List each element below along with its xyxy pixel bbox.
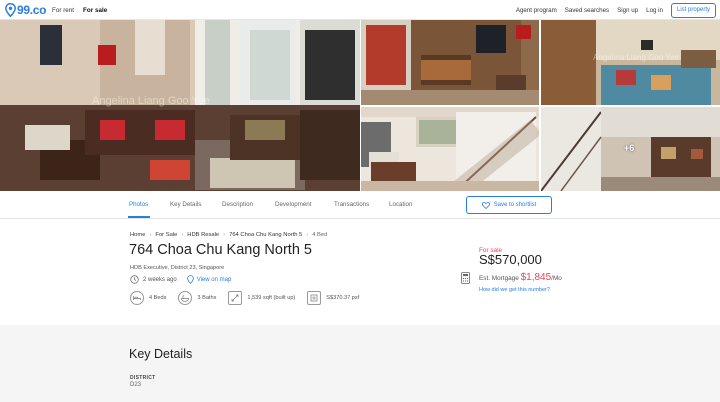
chevron-right-icon: › bbox=[223, 232, 226, 238]
key-details-heading: Key Details bbox=[129, 347, 193, 361]
breadcrumb-for-sale[interactable]: For Sale bbox=[155, 232, 177, 238]
mortgage-label: Est. Mortgage bbox=[479, 275, 519, 282]
chevron-right-icon: › bbox=[181, 232, 184, 238]
listing-features: 4 Beds 3 Baths 1,539 sqft (built up) S$3… bbox=[130, 291, 371, 305]
cabinet-photo bbox=[361, 20, 539, 105]
tab-photos[interactable]: Photos bbox=[129, 201, 148, 208]
bedroom-photo bbox=[541, 20, 720, 105]
bed-icon bbox=[130, 291, 144, 305]
breadcrumb-home[interactable]: Home bbox=[130, 232, 145, 238]
map-pin-icon bbox=[186, 275, 194, 284]
dining-room-photo bbox=[361, 107, 539, 191]
nav-saved-searches[interactable]: Saved searches bbox=[565, 7, 609, 14]
feature-baths-label: 3 Baths bbox=[197, 295, 217, 301]
breadcrumb-hdb-resale[interactable]: HDB Resale bbox=[187, 232, 219, 238]
bath-icon bbox=[178, 291, 193, 305]
gallery-thumbnail-4[interactable]: +6 bbox=[541, 107, 720, 191]
nav-for-sale[interactable]: For sale bbox=[83, 7, 107, 14]
district-label: DISTRICT bbox=[130, 375, 156, 381]
save-to-shortlist-button[interactable]: Save to shortlist bbox=[466, 196, 552, 214]
heart-icon bbox=[481, 201, 490, 209]
tab-development[interactable]: Development bbox=[275, 201, 311, 208]
feature-psf: S$370.37 psf bbox=[307, 291, 359, 305]
feature-area-label: 1,539 sqft (built up) bbox=[247, 295, 296, 301]
listing-title: 764 Choa Chu Kang North 5 bbox=[129, 242, 312, 258]
logo[interactable]: 99.co bbox=[5, 2, 46, 18]
nav-agent-program[interactable]: Agent program bbox=[516, 7, 557, 14]
main-photo[interactable]: Angelina Liang Goo Yee bbox=[0, 20, 360, 191]
gallery-thumbnail-2[interactable]: Angelina Liang Goo Yee bbox=[541, 20, 720, 105]
listing-price: S$570,000 bbox=[479, 252, 542, 267]
mortgage-explanation-link[interactable]: How did we get this number? bbox=[479, 287, 550, 293]
chevron-right-icon: › bbox=[306, 232, 309, 238]
district-value: D23 bbox=[130, 382, 142, 388]
photo-watermark: Angelina Liang Goo Yee bbox=[92, 95, 211, 107]
logo-text: 99.co bbox=[17, 3, 47, 17]
listing-subtitle: HDB Executive, District 23, Singapore bbox=[130, 265, 225, 271]
breadcrumb-current: 4 Bed bbox=[312, 232, 328, 238]
area-icon bbox=[228, 291, 243, 305]
calculator-icon bbox=[461, 272, 470, 284]
gallery-thumbnail-1[interactable] bbox=[361, 20, 539, 105]
listing-meta: 2 weeks ago View on map bbox=[130, 275, 231, 284]
top-navigation: 99.co For rent For sale Agent program Sa… bbox=[0, 0, 720, 20]
breadcrumb-address[interactable]: 764 Choa Chu Kang North 5 bbox=[229, 232, 302, 238]
clock-icon bbox=[130, 275, 139, 284]
location-pin-icon bbox=[5, 3, 16, 17]
feature-beds-label: 4 Beds bbox=[149, 295, 167, 301]
feature-baths: 3 Baths bbox=[178, 291, 216, 305]
thumbnail-watermark: Angelina Liang Goo Yee bbox=[593, 53, 679, 62]
tab-transactions[interactable]: Transactions bbox=[334, 201, 369, 208]
feature-psf-label: S$370.37 psf bbox=[326, 295, 360, 301]
tab-location[interactable]: Location bbox=[389, 201, 412, 208]
more-photos-count: +6 bbox=[624, 143, 635, 153]
chevron-right-icon: › bbox=[149, 232, 152, 238]
mortgage-amount: $1,845 bbox=[520, 272, 552, 283]
nav-for-rent[interactable]: For rent bbox=[52, 7, 74, 14]
list-property-button[interactable]: List property bbox=[670, 2, 716, 18]
view-on-map-link[interactable]: View on map bbox=[197, 277, 232, 283]
breadcrumb: Home › For Sale › HDB Resale › 764 Choa … bbox=[130, 232, 327, 238]
nav-sign-up[interactable]: Sign up bbox=[617, 7, 638, 14]
estimated-mortgage: Est. Mortgage $1,845/Mo bbox=[479, 272, 562, 283]
feature-beds: 4 Beds bbox=[130, 291, 166, 305]
active-tab-indicator bbox=[128, 216, 150, 218]
tab-description[interactable]: Description bbox=[222, 201, 253, 208]
mortgage-suffix: /Mo bbox=[551, 275, 562, 282]
tab-key-details[interactable]: Key Details bbox=[170, 201, 201, 208]
save-to-shortlist-label: Save to shortlist bbox=[493, 202, 537, 208]
photo-gallery: Angelina Liang Goo Yee Angelina Liang Go… bbox=[0, 20, 720, 191]
key-details-section bbox=[0, 325, 720, 402]
gallery-thumbnail-3[interactable] bbox=[361, 107, 539, 191]
nav-log-in[interactable]: Log in bbox=[646, 7, 663, 14]
section-tabs: Photos Key Details Description Developme… bbox=[0, 191, 720, 219]
posted-time: 2 weeks ago bbox=[143, 276, 177, 283]
psf-icon bbox=[307, 291, 322, 305]
feature-area: 1,539 sqft (built up) bbox=[228, 291, 295, 305]
